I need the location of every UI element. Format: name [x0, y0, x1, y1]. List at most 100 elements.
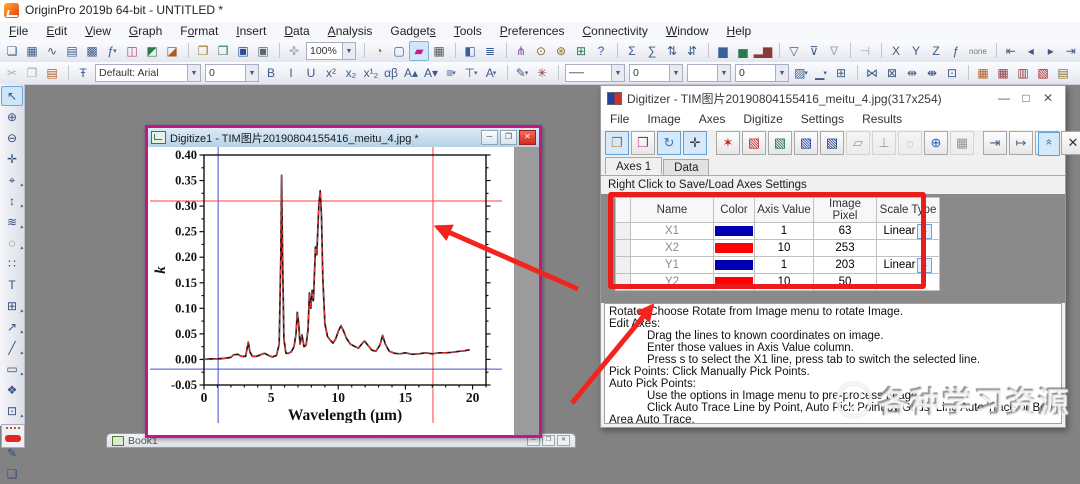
- shape-tool[interactable]: ▭◂: [1, 359, 23, 379]
- chevron-down-icon[interactable]: ▾: [823, 69, 827, 77]
- save-as[interactable]: ▣: [253, 41, 273, 61]
- superscript[interactable]: x²: [321, 63, 341, 83]
- move-prev[interactable]: ◂: [1021, 41, 1041, 61]
- flyout-arrow-icon[interactable]: ◂: [18, 203, 25, 210]
- mask-points-tool[interactable]: ◌◂: [1, 233, 23, 253]
- chevron-down-icon[interactable]: ▼: [717, 65, 730, 81]
- fill-color-select[interactable]: ▼: [687, 64, 731, 82]
- chevron-down-icon[interactable]: ▼: [611, 65, 624, 81]
- chevron-down-icon[interactable]: ▼: [342, 43, 355, 59]
- axis-value-cell[interactable]: 10: [755, 240, 814, 257]
- menu-file[interactable]: File: [0, 22, 37, 40]
- flyout-arrow-icon[interactable]: ◂: [18, 308, 25, 315]
- menu-insert[interactable]: Insert: [227, 22, 275, 40]
- chevron-down-icon[interactable]: ▼: [245, 65, 258, 81]
- book1-restore-button[interactable]: ❐: [542, 435, 555, 446]
- new-function-plot[interactable]: ƒ▾: [102, 41, 122, 61]
- new-graph[interactable]: ∿: [42, 41, 62, 61]
- selection-on-plot-tool[interactable]: ≋◂: [1, 212, 23, 232]
- chevron-down-icon[interactable]: ⌄: [917, 258, 932, 273]
- text-tool[interactable]: T: [1, 275, 23, 295]
- color-cell[interactable]: [714, 223, 755, 240]
- collapse-chevron-button[interactable]: »: [1038, 132, 1060, 156]
- digitizer-menu-file[interactable]: File: [601, 110, 638, 128]
- set-as-none[interactable]: none: [966, 41, 990, 61]
- chevron-down-icon[interactable]: ▼: [775, 65, 788, 81]
- data-reader-tool[interactable]: ⌖◂: [1, 170, 23, 190]
- worksheet-grid[interactable]: ⊞: [831, 63, 851, 83]
- row-selector[interactable]: [616, 274, 631, 291]
- menu-view[interactable]: View: [76, 22, 120, 40]
- export-to-worksheet[interactable]: ⇥: [983, 131, 1007, 155]
- chevron-down-icon[interactable]: ▼: [669, 65, 682, 81]
- export-to-graph[interactable]: ↦: [1009, 131, 1033, 155]
- flyout-arrow-icon[interactable]: ◂: [18, 371, 25, 378]
- digitizer-menu-axes[interactable]: Axes: [690, 110, 735, 128]
- rotate-image[interactable]: ↻: [657, 131, 681, 155]
- digitizer-maximize-button[interactable]: □: [1015, 88, 1037, 108]
- chevron-down-icon[interactable]: ▼: [187, 65, 200, 81]
- menu-edit[interactable]: Edit: [37, 22, 76, 40]
- line-tool[interactable]: ╱◂: [1, 338, 23, 358]
- auto-trace-line-by-point[interactable]: ▧: [742, 131, 766, 155]
- chevron-down-icon[interactable]: ▾: [804, 69, 808, 77]
- menu-analysis[interactable]: Analysis: [319, 22, 382, 40]
- paste[interactable]: ▤: [42, 63, 62, 83]
- flyout-arrow-icon[interactable]: ◂: [18, 224, 25, 231]
- plot-bars[interactable]: ▅: [733, 41, 753, 61]
- scale-type-cell[interactable]: [877, 274, 940, 291]
- set-as-z[interactable]: Z: [926, 41, 946, 61]
- draw-annotation[interactable]: ✎▾: [512, 63, 532, 83]
- menu-window[interactable]: Window: [657, 22, 718, 40]
- graph-minimize-button[interactable]: ─: [481, 130, 498, 145]
- font-tool[interactable]: Ŧ: [73, 63, 93, 83]
- color-swatch[interactable]: [715, 226, 753, 236]
- new-matrix[interactable]: ▩: [82, 41, 102, 61]
- graph-close-button[interactable]: ✕: [519, 130, 536, 145]
- color-cell[interactable]: [714, 240, 755, 257]
- chevron-down-icon[interactable]: ▾: [525, 69, 529, 77]
- table-row[interactable]: Y11203Linear⌄: [616, 257, 940, 274]
- font-select[interactable]: Default: Arial▼: [95, 64, 201, 82]
- decrease-font[interactable]: A▾: [421, 63, 441, 83]
- row-stats[interactable]: ∑: [642, 41, 662, 61]
- color-cell[interactable]: [714, 274, 755, 291]
- graph-restore-button[interactable]: ❐: [500, 130, 517, 145]
- set-as-y[interactable]: Y: [906, 41, 926, 61]
- digitizer-close-button[interactable]: ✕: [1037, 88, 1059, 108]
- unmerge-cells[interactable]: ⊠: [882, 63, 902, 83]
- menu-graph[interactable]: Graph: [120, 22, 171, 40]
- save-project[interactable]: ▣: [233, 41, 253, 61]
- append-worksheet[interactable]: ▦: [973, 63, 993, 83]
- digitizer-menu-image[interactable]: Image: [638, 110, 689, 128]
- digitizer-titlebar[interactable]: Digitizer - TIM图片20190804155416_meitu_4.…: [601, 86, 1065, 110]
- flyout-arrow-icon[interactable]: ◂: [18, 182, 25, 189]
- film-strip[interactable]: ▦: [429, 41, 449, 61]
- digitizer-menu-digitize[interactable]: Digitize: [734, 110, 791, 128]
- axis-value-cell[interactable]: 1: [755, 257, 814, 274]
- tab-data[interactable]: Data: [663, 159, 709, 175]
- column-stats[interactable]: Σ: [622, 41, 642, 61]
- scale-type-cell[interactable]: Linear⌄: [877, 223, 940, 240]
- bold[interactable]: B: [261, 63, 281, 83]
- zoom-in-tool[interactable]: ⊕: [1, 107, 23, 127]
- draw-data-tool[interactable]: ∷: [1, 254, 23, 274]
- color-swatch[interactable]: [715, 243, 753, 253]
- move-last[interactable]: ⇥: [1061, 41, 1080, 61]
- move-worksheet[interactable]: ▤: [1053, 63, 1073, 83]
- layer-contents[interactable]: ≣: [480, 41, 500, 61]
- color-swatch[interactable]: [715, 277, 753, 287]
- subscript[interactable]: x₂: [341, 63, 361, 83]
- filter-reapply[interactable]: ⊽: [804, 41, 824, 61]
- menu-data[interactable]: Data: [275, 22, 318, 40]
- flyout-arrow-icon[interactable]: ◂: [18, 350, 25, 357]
- data-filter[interactable]: ▽: [784, 41, 804, 61]
- flyout-arrow-icon[interactable]: ◂: [18, 245, 25, 252]
- font-color[interactable]: A▾: [481, 63, 501, 83]
- find-next[interactable]: ⊛: [551, 41, 571, 61]
- palette-grip[interactable]: [6, 427, 20, 432]
- red-color-swatch[interactable]: [5, 435, 21, 442]
- line-width-select[interactable]: 0▼: [629, 64, 683, 82]
- row-selector[interactable]: [616, 240, 631, 257]
- fill-pattern[interactable]: ▨▾: [791, 63, 811, 83]
